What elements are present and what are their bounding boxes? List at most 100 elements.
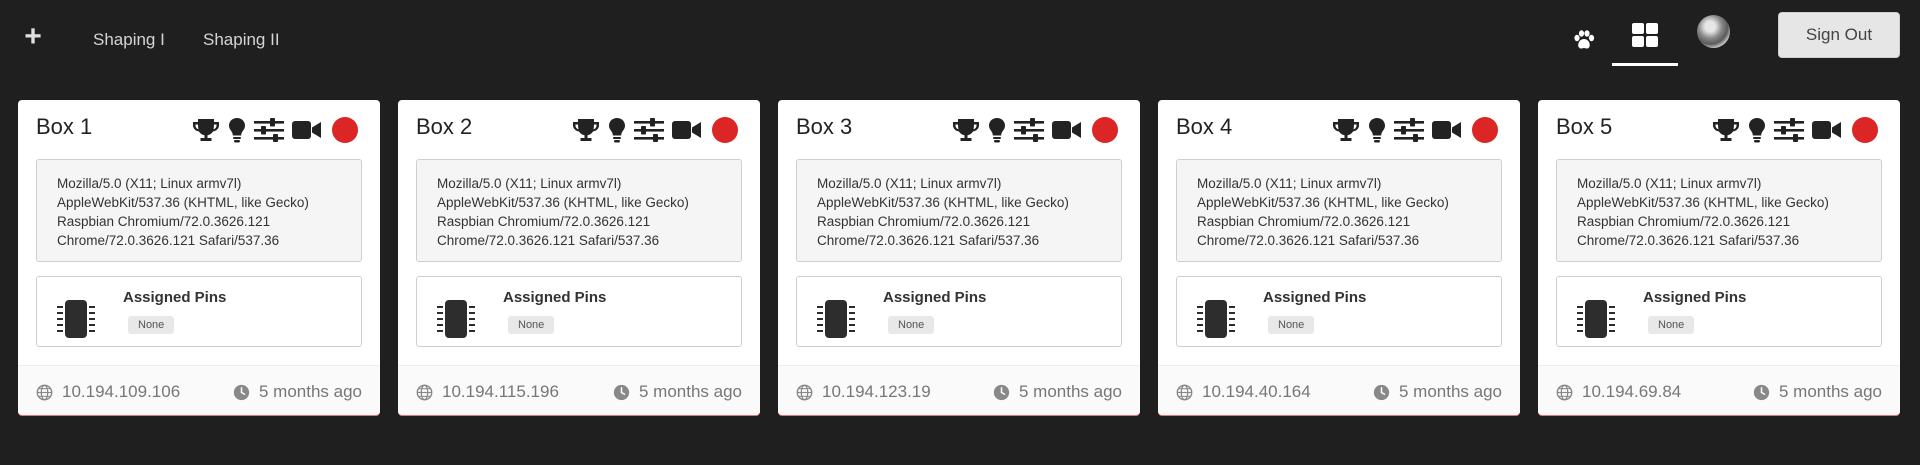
card-footer: 10.194.123.19 5 months ago [778, 365, 1140, 415]
ip-address: 10.194.109.106 [36, 382, 180, 402]
globe-icon [36, 384, 53, 400]
status-dot [1852, 117, 1878, 143]
user-agent-line: Chrome/72.0.3626.121 Safari/537.36 [817, 233, 1040, 248]
user-agent-line: Mozilla/5.0 (X11; Linux armv7l) [57, 176, 242, 191]
card-actions [572, 115, 738, 145]
sliders-icon[interactable] [254, 118, 284, 142]
ip-address: 10.194.123.19 [796, 382, 931, 402]
pins-badge: None [1648, 316, 1695, 334]
video-camera-icon[interactable] [292, 119, 322, 141]
trophy-icon[interactable] [1712, 117, 1740, 143]
user-agent-line: Mozilla/5.0 (X11; Linux armv7l) [437, 176, 622, 191]
card-footer: 10.194.115.196 5 months ago [398, 365, 760, 415]
sliders-icon[interactable] [1774, 118, 1804, 142]
card-actions [952, 115, 1118, 145]
clock-icon [613, 384, 630, 400]
ip-address: 10.194.115.196 [416, 382, 559, 402]
user-avatar[interactable] [1697, 15, 1730, 48]
ip-address: 10.194.40.164 [1176, 382, 1311, 402]
user-agent-line: Mozilla/5.0 (X11; Linux armv7l) [1197, 176, 1382, 191]
sliders-icon[interactable] [634, 118, 664, 142]
last-seen: 5 months ago [233, 382, 362, 402]
video-camera-icon[interactable] [1812, 119, 1842, 141]
user-agent-line: Raspbian Chromium/72.0.3626.121 [1197, 214, 1411, 229]
chip-icon [817, 300, 855, 338]
lightbulb-icon[interactable] [228, 117, 246, 143]
ip-text: 10.194.123.19 [822, 382, 931, 401]
box-card[interactable]: Box 2 Mozilla/5.0 (X11; Linux armv7l) Ap… [398, 100, 760, 416]
video-camera-icon[interactable] [1052, 119, 1082, 141]
trophy-icon[interactable] [1332, 117, 1360, 143]
card-title: Box 4 [1176, 114, 1233, 139]
nav-link-shaping-i[interactable]: Shaping I [93, 30, 165, 50]
card-footer: 10.194.109.106 5 months ago [18, 365, 380, 415]
globe-icon [796, 384, 813, 400]
top-navbar: + Shaping I Shaping II Sign Out [0, 0, 1920, 80]
status-dot [1472, 117, 1498, 143]
user-agent-line: Chrome/72.0.3626.121 Safari/537.36 [1197, 233, 1420, 248]
user-agent-line: AppleWebKit/537.36 (KHTML, like Gecko) [1197, 195, 1449, 210]
sliders-icon[interactable] [1014, 118, 1044, 142]
last-seen-text: 5 months ago [1398, 382, 1502, 401]
lightbulb-icon[interactable] [608, 117, 626, 143]
tab-grid-view[interactable] [1612, 0, 1678, 66]
status-dot [1092, 117, 1118, 143]
trophy-icon[interactable] [952, 117, 980, 143]
user-agent-box: Mozilla/5.0 (X11; Linux armv7l) AppleWeb… [1556, 159, 1882, 262]
video-camera-icon[interactable] [672, 119, 702, 141]
last-seen: 5 months ago [1373, 382, 1502, 402]
card-title: Box 5 [1556, 114, 1613, 139]
box-card[interactable]: Box 1 Mozilla/5.0 (X11; Linux armv7l) Ap… [18, 100, 380, 416]
box-card[interactable]: Box 5 Mozilla/5.0 (X11; Linux armv7l) Ap… [1538, 100, 1900, 416]
pins-badge: None [508, 316, 555, 334]
ip-text: 10.194.40.164 [1202, 382, 1311, 401]
sliders-icon[interactable] [1394, 118, 1424, 142]
plus-icon[interactable]: + [22, 22, 44, 52]
lightbulb-icon[interactable] [988, 117, 1006, 143]
lightbulb-icon[interactable] [1748, 117, 1766, 143]
active-tab-indicator [1612, 63, 1678, 66]
user-agent-line: Chrome/72.0.3626.121 Safari/537.36 [1577, 233, 1800, 248]
chip-icon [1197, 300, 1235, 338]
lightbulb-icon[interactable] [1368, 117, 1386, 143]
user-agent-box: Mozilla/5.0 (X11; Linux armv7l) AppleWeb… [796, 159, 1122, 262]
card-title: Box 3 [796, 114, 853, 139]
grid-view-icon [1632, 23, 1658, 47]
last-seen: 5 months ago [993, 382, 1122, 402]
chip-icon [437, 300, 475, 338]
paw-icon[interactable] [1572, 29, 1596, 51]
trophy-icon[interactable] [192, 117, 220, 143]
pins-badge: None [128, 316, 175, 334]
assigned-pins-panel: Assigned Pins None [1176, 276, 1502, 347]
user-agent-line: Raspbian Chromium/72.0.3626.121 [57, 214, 271, 229]
user-agent-box: Mozilla/5.0 (X11; Linux armv7l) AppleWeb… [416, 159, 742, 262]
box-card[interactable]: Box 4 Mozilla/5.0 (X11; Linux armv7l) Ap… [1158, 100, 1520, 416]
last-seen-text: 5 months ago [258, 382, 362, 401]
trophy-icon[interactable] [572, 117, 600, 143]
user-agent-line: AppleWebKit/537.36 (KHTML, like Gecko) [1577, 195, 1829, 210]
user-agent-line: Chrome/72.0.3626.121 Safari/537.36 [57, 233, 280, 248]
user-agent-line: AppleWebKit/537.36 (KHTML, like Gecko) [437, 195, 689, 210]
clock-icon [1753, 384, 1770, 400]
card-actions [192, 115, 358, 145]
box-card[interactable]: Box 3 Mozilla/5.0 (X11; Linux armv7l) Ap… [778, 100, 1140, 416]
chip-icon [1577, 300, 1615, 338]
clock-icon [233, 384, 250, 400]
pins-badge: None [1268, 316, 1315, 334]
ip-text: 10.194.109.106 [62, 382, 181, 401]
box-card-list: Box 1 Mozilla/5.0 (X11; Linux armv7l) Ap… [0, 100, 1920, 420]
status-dot [712, 117, 738, 143]
assigned-pins-panel: Assigned Pins None [796, 276, 1122, 347]
assigned-pins-label: Assigned Pins [503, 289, 607, 306]
status-dot [332, 117, 358, 143]
assigned-pins-panel: Assigned Pins None [36, 276, 362, 347]
card-actions [1332, 115, 1498, 145]
sign-out-button[interactable]: Sign Out [1778, 12, 1900, 58]
assigned-pins-panel: Assigned Pins None [416, 276, 742, 347]
card-title: Box 1 [36, 114, 93, 139]
last-seen-text: 5 months ago [638, 382, 742, 401]
assigned-pins-label: Assigned Pins [883, 289, 987, 306]
video-camera-icon[interactable] [1432, 119, 1462, 141]
user-agent-box: Mozilla/5.0 (X11; Linux armv7l) AppleWeb… [36, 159, 362, 262]
nav-link-shaping-ii[interactable]: Shaping II [203, 30, 280, 50]
